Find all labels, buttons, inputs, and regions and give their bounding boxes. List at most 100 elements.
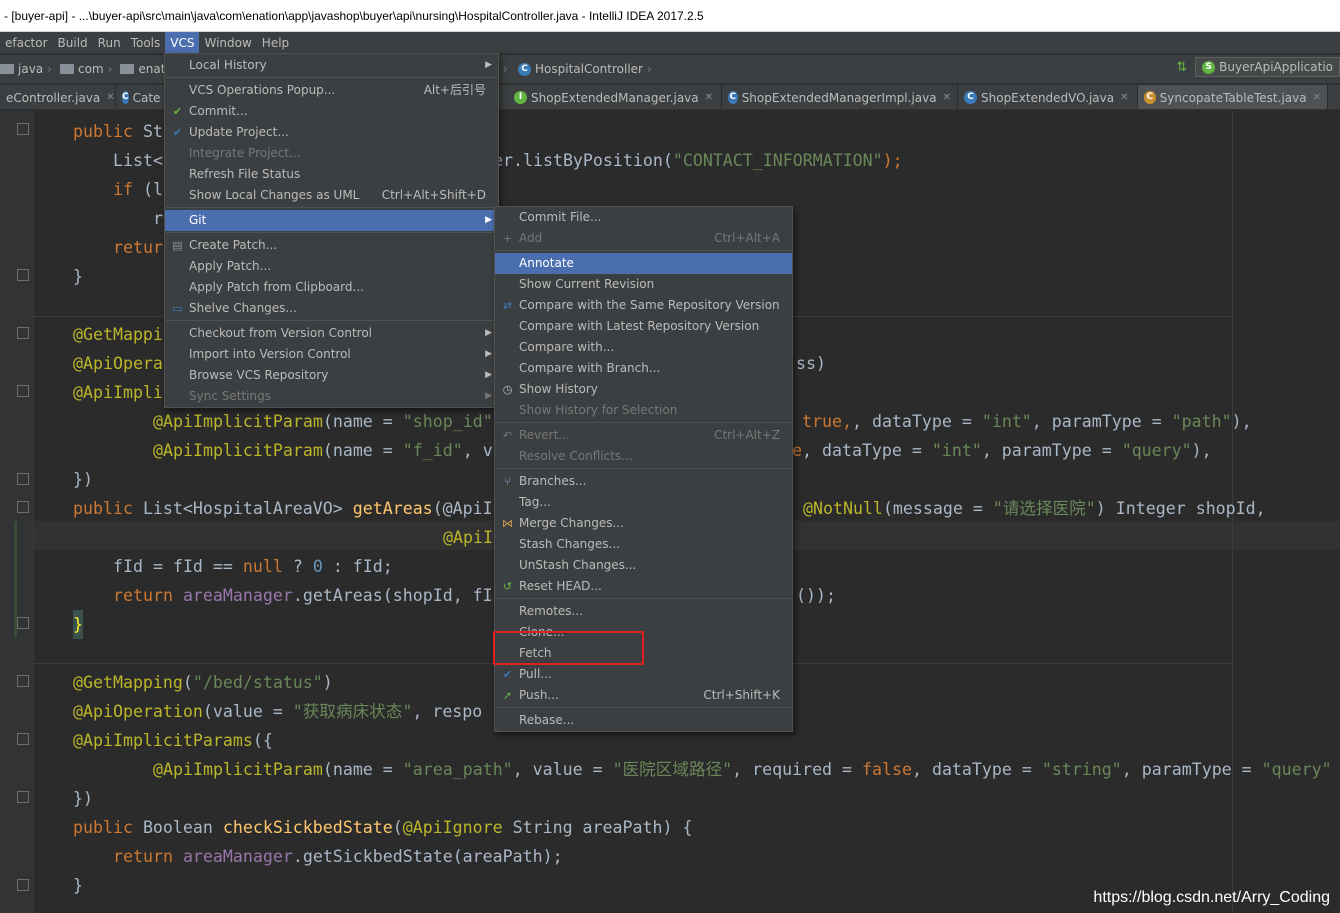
menu-build[interactable]: Build: [53, 32, 93, 54]
menu-item-label: Branches...: [519, 474, 587, 488]
menu-item-stash-changes[interactable]: Stash Changes...: [495, 534, 792, 555]
menu-item-apply-patch[interactable]: Apply Patch...: [165, 256, 498, 277]
menu-item-integrate-project[interactable]: Integrate Project...: [165, 143, 498, 164]
menu-item-resolve-conflicts[interactable]: Resolve Conflicts...: [495, 446, 792, 467]
tab-cate[interactable]: C Cate: [116, 85, 166, 109]
fold-icon[interactable]: [17, 791, 29, 803]
branches-icon: ⑂: [504, 475, 511, 488]
menu-item-label: Compare with Branch...: [519, 361, 661, 375]
code-text: public St List< er.listByPosition("CONTA…: [0, 111, 1332, 895]
menu-tools[interactable]: Tools: [126, 32, 166, 54]
menu-item-commit[interactable]: ✔ Commit...: [165, 101, 498, 122]
menu-item-label: Tag...: [519, 495, 551, 509]
test-class-icon: C: [1144, 91, 1156, 104]
class-icon: C: [728, 91, 738, 104]
menu-item-reset-head[interactable]: ↺ Reset HEAD...: [495, 576, 792, 597]
menu-item-sync-settings[interactable]: Sync Settings ▶: [165, 386, 498, 407]
menu-item-label: UnStash Changes...: [519, 558, 637, 572]
tab-shop-extended-manager[interactable]: I ShopExtendedManager.java ✕: [508, 85, 722, 109]
close-icon[interactable]: ✕: [705, 92, 713, 103]
tab-shop-extended-manager-impl[interactable]: C ShopExtendedManagerImpl.java ✕: [722, 85, 958, 109]
code-line: return areaManager.getAreas(shopId, fI: [113, 586, 493, 605]
code-line: @ApiI: [443, 528, 493, 547]
menu-item-label: Show Current Revision: [519, 277, 655, 291]
menu-help[interactable]: Help: [257, 32, 294, 54]
code-line: }): [73, 470, 93, 489]
menu-item-show-history-for-selection[interactable]: Show History for Selection: [495, 400, 792, 421]
menu-item-annotate[interactable]: Annotate: [495, 253, 792, 274]
menu-separator: [166, 77, 497, 78]
menu-item-update-project[interactable]: ✔ Update Project...: [165, 122, 498, 143]
code-line: @ApiImplicitParam(name = "f_id", v: [153, 441, 493, 460]
menu-item-show-history[interactable]: ◷ Show History: [495, 379, 792, 400]
menu-item-commit-file[interactable]: Commit File...: [495, 207, 792, 228]
menu-item-compare-with[interactable]: Compare with...: [495, 337, 792, 358]
folder-icon: [59, 64, 74, 74]
tab-syncopate-table-test[interactable]: C SyncopateTableTest.java ✕: [1138, 85, 1328, 109]
close-icon[interactable]: ✕: [1313, 92, 1321, 103]
menu-item-unstash-changes[interactable]: UnStash Changes...: [495, 555, 792, 576]
menu-item-label: Show History: [519, 382, 598, 396]
code-line: @ApiImplicitParams({: [73, 731, 273, 750]
breadcrumb-item[interactable]: C HospitalController ›: [518, 62, 652, 76]
menu-item-create-patch[interactable]: ▤ Create Patch...: [165, 235, 498, 256]
menu-item-vcs-operations-popup[interactable]: VCS Operations Popup... Alt+后引号: [165, 80, 498, 101]
menu-item-compare-with-the-same-repository-version[interactable]: ⇄ Compare with the Same Repository Versio…: [495, 295, 792, 316]
submenu-arrow-icon: ▶: [485, 391, 492, 401]
close-icon[interactable]: ✕: [943, 92, 951, 103]
menu-item-git[interactable]: Git ▶: [165, 210, 498, 231]
menu-item-import-into-version-control[interactable]: Import into Version Control ▶: [165, 344, 498, 365]
add-icon: +: [502, 232, 513, 245]
menu-item-shelve-changes[interactable]: ▭ Shelve Changes...: [165, 298, 498, 319]
menu-separator: [166, 232, 497, 233]
menu-item-branches[interactable]: ⑂ Branches...: [495, 471, 792, 492]
menu-item-tag[interactable]: Tag...: [495, 492, 792, 513]
menu-item-browse-vcs-repository[interactable]: Browse VCS Repository ▶: [165, 365, 498, 386]
menu-bar: efactor Build Run Tools VCS Window Help: [0, 31, 1340, 54]
run-config-selector[interactable]: S BuyerApiApplicatio: [1195, 57, 1340, 77]
code-line: retur: [113, 238, 163, 257]
code-line: r: [153, 209, 163, 228]
menu-item-show-local-changes-as-uml[interactable]: Show Local Changes as UML Ctrl+Alt+Shift+…: [165, 185, 498, 206]
menu-window[interactable]: Window: [199, 32, 256, 54]
menu-item-label: Remotes...: [519, 604, 583, 618]
menu-item-label: Update Project...: [189, 125, 289, 139]
tab-shop-extended-vo[interactable]: C ShopExtendedVO.java ✕: [958, 85, 1138, 109]
window-title: - [buyer-api] - ...\buyer-api\src\main\j…: [0, 0, 1340, 32]
pull-icon: ✔: [502, 668, 513, 681]
close-icon[interactable]: ✕: [1120, 92, 1128, 103]
close-icon[interactable]: ✕: [106, 92, 114, 103]
menu-item-merge-changes[interactable]: ⋈ Merge Changes...: [495, 513, 792, 534]
menu-item-label: Reset HEAD...: [519, 579, 602, 593]
menu-item-checkout-from-version-control[interactable]: Checkout from Version Control ▶: [165, 323, 498, 344]
fold-icon[interactable]: [17, 879, 29, 891]
menu-vcs[interactable]: VCS: [165, 31, 200, 54]
menu-run[interactable]: Run: [93, 32, 126, 54]
menu-item-refresh-file-status[interactable]: Refresh File Status: [165, 164, 498, 185]
menu-item-remotes[interactable]: Remotes...: [495, 601, 792, 622]
menu-separator: [496, 707, 791, 708]
breadcrumb-item[interactable]: java ›: [0, 62, 52, 76]
menu-item-local-history[interactable]: Local History ▶: [165, 55, 498, 76]
menu-item-compare-with-latest-repository-version[interactable]: Compare with Latest Repository Version: [495, 316, 792, 337]
menu-item-compare-with-branch[interactable]: Compare with Branch...: [495, 358, 792, 379]
menu-item-apply-patch-from-clipboard[interactable]: Apply Patch from Clipboard...: [165, 277, 498, 298]
menu-item-shortcut: Ctrl+Alt+Shift+D: [381, 188, 486, 202]
menu-item-push[interactable]: ➚ Push... Ctrl+Shift+K: [495, 685, 792, 706]
menu-refactor[interactable]: efactor: [0, 32, 53, 54]
menu-item-revert[interactable]: ↶ Revert... Ctrl+Alt+Z: [495, 425, 792, 446]
breadcrumb-item[interactable]: com ›: [59, 62, 112, 76]
menu-item-add[interactable]: + Add Ctrl+Alt+A: [495, 228, 792, 249]
menu-item-label: Shelve Changes...: [189, 301, 297, 315]
code-line: }: [73, 610, 83, 639]
menu-item-label: Stash Changes...: [519, 537, 620, 551]
menu-item-show-current-revision[interactable]: Show Current Revision: [495, 274, 792, 295]
menu-item-pull[interactable]: ✔ Pull...: [495, 664, 792, 685]
tab-controller[interactable]: eController.java ✕: [0, 85, 116, 109]
build-icon[interactable]: ⇅: [1176, 60, 1187, 75]
menu-item-rebase[interactable]: Rebase...: [495, 710, 792, 731]
menu-item-label: Compare with Latest Repository Version: [519, 319, 760, 333]
annotation-highlight-box: [493, 631, 644, 665]
menu-item-label: Pull...: [519, 667, 552, 681]
show-history-icon: ◷: [502, 383, 513, 396]
